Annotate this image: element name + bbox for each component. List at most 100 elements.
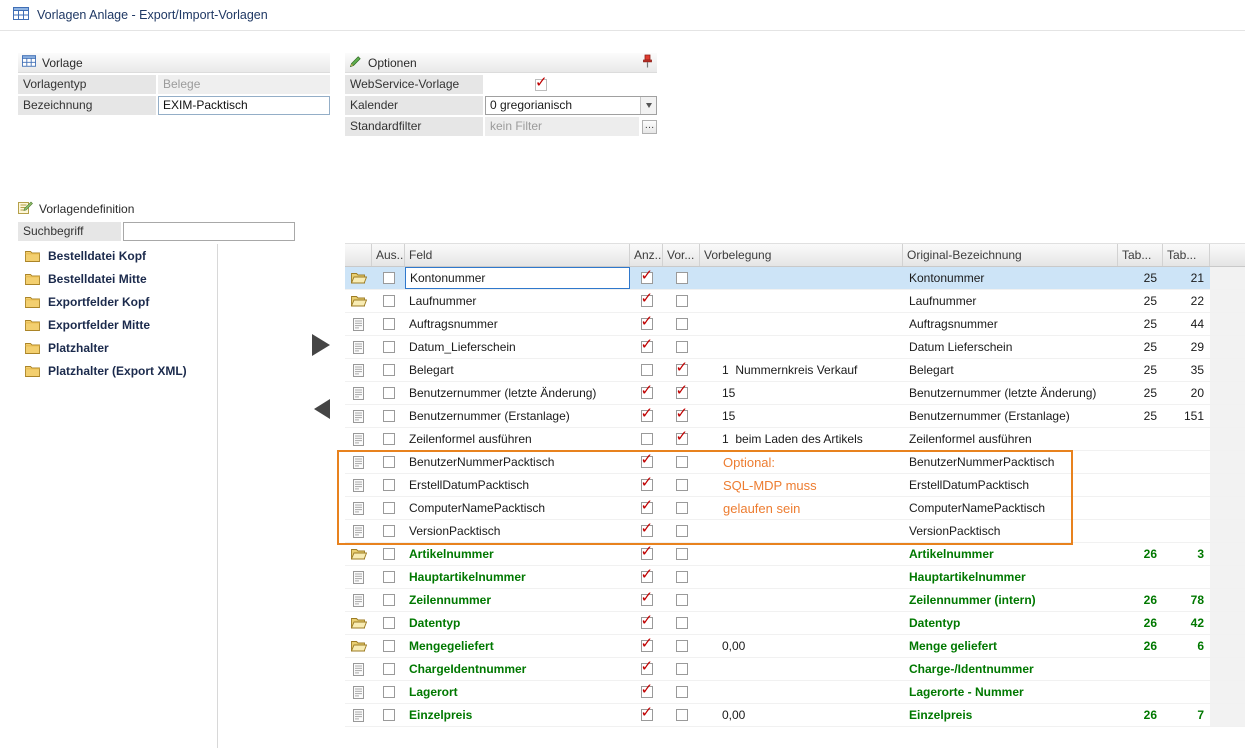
col-header-tabelle2[interactable]: Tab... <box>1163 244 1210 266</box>
vorbelegung-cell[interactable]: 0,00 <box>700 635 903 657</box>
bezeichnung-input[interactable]: EXIM-Packtisch <box>158 96 330 115</box>
table-row[interactable]: ✓ Lagerort ✓ ✓ Lagerorte - Nummer <box>345 681 1245 704</box>
col-header-vorbelegung[interactable]: Vorbelegung <box>700 244 903 266</box>
anzeigen-checkbox[interactable]: ✓ <box>641 410 653 422</box>
col-header-tabelle1[interactable]: Tab... <box>1118 244 1163 266</box>
vorbelegen-checkbox[interactable]: ✓ <box>676 525 688 537</box>
anzeigen-checkbox[interactable]: ✓ <box>641 433 653 445</box>
auswahl-checkbox[interactable]: ✓ <box>383 295 395 307</box>
anzeigen-checkbox[interactable]: ✓ <box>641 525 653 537</box>
feld-cell[interactable]: Laufnummer <box>405 290 630 312</box>
anzeigen-checkbox[interactable]: ✓ <box>641 594 653 606</box>
table-row[interactable]: ✓ Datentyp ✓ ✓ Datentyp 26 42 <box>345 612 1245 635</box>
auswahl-checkbox[interactable]: ✓ <box>383 479 395 491</box>
vorbelegen-checkbox[interactable]: ✓ <box>676 318 688 330</box>
folder-list-item[interactable]: Bestelldatei Kopf <box>18 244 217 267</box>
col-header-original-bezeichnung[interactable]: Original-Bezeichnung <box>903 244 1118 266</box>
anzeigen-checkbox[interactable]: ✓ <box>641 295 653 307</box>
vorbelegung-cell[interactable] <box>700 681 903 703</box>
feld-cell[interactable]: Lagerort <box>405 681 630 703</box>
vorbelegen-checkbox[interactable]: ✓ <box>676 295 688 307</box>
feld-cell[interactable]: Belegart <box>405 359 630 381</box>
vorbelegung-cell[interactable] <box>700 520 903 542</box>
anzeigen-checkbox[interactable]: ✓ <box>641 364 653 376</box>
table-row[interactable]: ✓ Zeilenformel ausführen ✓ ✓ 1 beim Lade… <box>345 428 1245 451</box>
vorbelegung-cell[interactable] <box>700 474 903 496</box>
anzeigen-checkbox[interactable]: ✓ <box>641 387 653 399</box>
anzeigen-checkbox[interactable]: ✓ <box>641 341 653 353</box>
feld-cell[interactable]: Benutzernummer (letzte Änderung) <box>405 382 630 404</box>
vorbelegung-cell[interactable] <box>700 267 903 289</box>
vorbelegen-checkbox[interactable]: ✓ <box>676 272 688 284</box>
anzeigen-checkbox[interactable]: ✓ <box>641 571 653 583</box>
vorbelegen-checkbox[interactable]: ✓ <box>676 479 688 491</box>
vorbelegung-cell[interactable] <box>700 566 903 588</box>
vorbelegung-cell[interactable] <box>700 313 903 335</box>
vorbelegung-cell[interactable] <box>700 336 903 358</box>
auswahl-checkbox[interactable]: ✓ <box>383 640 395 652</box>
auswahl-checkbox[interactable]: ✓ <box>383 410 395 422</box>
suchbegriff-input[interactable] <box>123 222 295 241</box>
move-right-button[interactable] <box>312 334 330 356</box>
auswahl-checkbox[interactable]: ✓ <box>383 318 395 330</box>
feld-cell[interactable]: Kontonummer <box>405 267 630 289</box>
table-row[interactable]: ✓ Benutzernummer (letzte Änderung) ✓ ✓ 1… <box>345 382 1245 405</box>
folder-list-item[interactable]: Exportfelder Mitte <box>18 313 217 336</box>
vorbelegen-checkbox[interactable]: ✓ <box>676 709 688 721</box>
table-row[interactable]: ✓ Einzelpreis ✓ ✓ 0,00 Einzelpreis 26 7 <box>345 704 1245 727</box>
vorbelegung-cell[interactable]: 1 Nummernkreis Verkauf <box>700 359 903 381</box>
table-row[interactable]: ✓ Mengegeliefert ✓ ✓ 0,00 Menge geliefer… <box>345 635 1245 658</box>
vorbelegung-cell[interactable]: 0,00 <box>700 704 903 726</box>
auswahl-checkbox[interactable]: ✓ <box>383 502 395 514</box>
move-left-button[interactable] <box>314 399 330 419</box>
vorbelegung-cell[interactable] <box>700 290 903 312</box>
anzeigen-checkbox[interactable]: ✓ <box>641 548 653 560</box>
kalender-dropdown[interactable]: 0 gregorianisch <box>485 96 657 115</box>
vorbelegen-checkbox[interactable]: ✓ <box>676 548 688 560</box>
vorbelegen-checkbox[interactable]: ✓ <box>676 410 688 422</box>
webservice-checkbox[interactable]: ✓ <box>535 79 547 91</box>
vorbelegung-cell[interactable] <box>700 497 903 519</box>
anzeigen-checkbox[interactable]: ✓ <box>641 456 653 468</box>
table-row[interactable]: ✓ BenutzerNummerPacktisch ✓ ✓ BenutzerNu… <box>345 451 1245 474</box>
table-row[interactable]: ✓ ComputerNamePacktisch ✓ ✓ ComputerName… <box>345 497 1245 520</box>
anzeigen-checkbox[interactable]: ✓ <box>641 502 653 514</box>
feld-cell[interactable]: Benutzernummer (Erstanlage) <box>405 405 630 427</box>
feld-cell[interactable]: Einzelpreis <box>405 704 630 726</box>
table-row[interactable]: ✓ ErstellDatumPacktisch ✓ ✓ ErstellDatum… <box>345 474 1245 497</box>
vorbelegung-cell[interactable]: 15 <box>700 382 903 404</box>
anzeigen-checkbox[interactable]: ✓ <box>641 318 653 330</box>
auswahl-checkbox[interactable]: ✓ <box>383 594 395 606</box>
auswahl-checkbox[interactable]: ✓ <box>383 364 395 376</box>
auswahl-checkbox[interactable]: ✓ <box>383 525 395 537</box>
table-row[interactable]: ✓ VersionPacktisch ✓ ✓ VersionPacktisch <box>345 520 1245 543</box>
table-row[interactable]: ✓ Kontonummer ✓ ✓ Kontonummer 25 21 <box>345 267 1245 290</box>
auswahl-checkbox[interactable]: ✓ <box>383 272 395 284</box>
auswahl-checkbox[interactable]: ✓ <box>383 387 395 399</box>
feld-cell[interactable]: ErstellDatumPacktisch <box>405 474 630 496</box>
feld-cell[interactable]: ChargeIdentnummer <box>405 658 630 680</box>
anzeigen-checkbox[interactable]: ✓ <box>641 617 653 629</box>
folder-list-item[interactable]: Bestelldatei Mitte <box>18 267 217 290</box>
standardfilter-ellipsis-button[interactable]: … <box>642 120 657 134</box>
col-header-auswahl[interactable]: Aus... <box>372 244 405 266</box>
vorbelegen-checkbox[interactable]: ✓ <box>676 571 688 583</box>
feld-cell[interactable]: Auftragsnummer <box>405 313 630 335</box>
table-row[interactable]: ✓ Laufnummer ✓ ✓ Laufnummer 25 22 <box>345 290 1245 313</box>
vorbelegung-cell[interactable] <box>700 658 903 680</box>
vorbelegung-cell[interactable] <box>700 612 903 634</box>
folder-list-item[interactable]: Platzhalter (Export XML) <box>18 359 217 382</box>
auswahl-checkbox[interactable]: ✓ <box>383 709 395 721</box>
auswahl-checkbox[interactable]: ✓ <box>383 548 395 560</box>
vorbelegen-checkbox[interactable]: ✓ <box>676 686 688 698</box>
vorbelegen-checkbox[interactable]: ✓ <box>676 364 688 376</box>
anzeigen-checkbox[interactable]: ✓ <box>641 640 653 652</box>
pushpin-icon[interactable] <box>642 54 653 71</box>
feld-cell[interactable]: Datentyp <box>405 612 630 634</box>
anzeigen-checkbox[interactable]: ✓ <box>641 479 653 491</box>
table-row[interactable]: ✓ Artikelnummer ✓ ✓ Artikelnummer 26 3 <box>345 543 1245 566</box>
col-header-anzeigen[interactable]: Anz... <box>630 244 663 266</box>
vorbelegen-checkbox[interactable]: ✓ <box>676 387 688 399</box>
folder-list-item[interactable]: Exportfelder Kopf <box>18 290 217 313</box>
col-header-icon[interactable] <box>345 244 372 266</box>
